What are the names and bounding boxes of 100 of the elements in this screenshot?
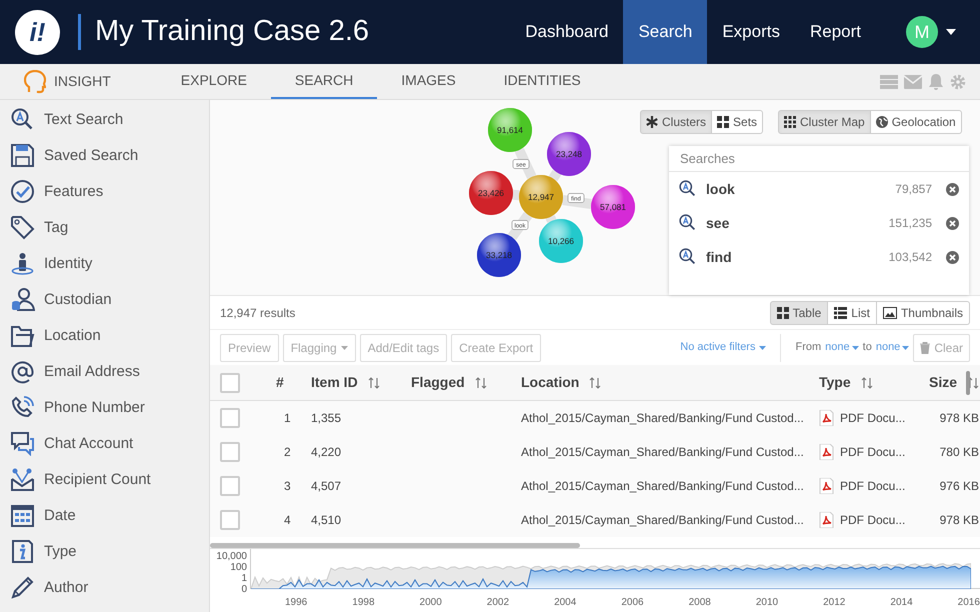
pencil-icon [11, 576, 35, 600]
cluster-bubble[interactable]: 23,426 [469, 171, 513, 215]
sidebar-item[interactable]: Email Address [0, 354, 209, 390]
sidebar-item[interactable]: Date [0, 498, 209, 534]
column-header[interactable]: Type [819, 372, 929, 393]
column-header[interactable]: # [276, 372, 311, 393]
layout-button[interactable]: Thumbnails [876, 300, 970, 324]
nav-tab[interactable]: Search [623, 0, 708, 64]
grid-icon [776, 306, 789, 318]
grid-icon [717, 116, 730, 128]
table-cell-text: Athol_2015/Cayman_Shared/Banking/Fund Custod... [521, 410, 805, 427]
cluster-bubble[interactable]: 23,248 [547, 132, 591, 176]
cluster-bubble[interactable]: 10,266 [539, 219, 583, 263]
insight-tab[interactable]: INSIGHT [0, 64, 157, 99]
sidebar-item[interactable]: Tag [0, 210, 209, 246]
tag-icon [11, 216, 35, 240]
search-row[interactable]: look 79,857 [669, 172, 969, 206]
panel-heading: Searches [680, 150, 735, 168]
column-header[interactable]: Flagged [411, 372, 521, 393]
table-cell-text: PDF Docu... [840, 410, 906, 427]
sidebar-item[interactable]: Identity [0, 246, 209, 282]
sidebar-item[interactable]: Text Search [0, 102, 209, 138]
folder-icon [11, 324, 35, 348]
toggle-button[interactable]: Geolocation [870, 110, 962, 134]
caret-icon [852, 346, 859, 350]
check-circle-icon [11, 180, 35, 204]
nav-tab[interactable]: Exports [707, 0, 795, 64]
table-cell-text: 976 KB [938, 478, 979, 495]
magnifier-icon [679, 214, 697, 232]
nav-tab[interactable]: IDENTITIES [480, 64, 605, 99]
nav-tab[interactable]: Report [794, 0, 876, 64]
sidebar-item[interactable]: Author [0, 570, 209, 606]
from-label: From [795, 340, 822, 356]
sidebar-item[interactable]: Features [0, 174, 209, 210]
search-row[interactable]: see 151,235 [669, 206, 969, 240]
axis-label: 100 [229, 562, 247, 573]
caret-icon [340, 346, 348, 350]
checkbox[interactable] [220, 372, 240, 392]
column-header[interactable]: Location [521, 372, 819, 393]
table-cell-text: 978 KB [938, 512, 979, 529]
axis-label: 2002 [486, 596, 510, 610]
pdf-file-icon [819, 444, 834, 460]
checkbox[interactable] [220, 408, 240, 428]
checkbox[interactable] [220, 476, 240, 496]
axis-label: 2004 [554, 596, 576, 610]
remove-icon [946, 250, 959, 264]
logo: i! [15, 10, 60, 54]
table-row[interactable]: 2 4,220 Athol_2015/Cayman_Shared/Banking/Fund Custod... PDF Docu... 780 KB [210, 435, 980, 469]
layout-button[interactable]: List [828, 300, 877, 324]
at-sign-icon [11, 360, 35, 384]
table-cell-text: 978 KB [938, 410, 979, 427]
toggle-button[interactable]: Clusters [640, 110, 712, 134]
column-header[interactable]: Size [929, 372, 979, 393]
sidebar-item[interactable]: Type [0, 534, 209, 570]
caret-icon [902, 346, 910, 350]
nav-tab[interactable]: Dashboard [510, 0, 624, 64]
table-row[interactable]: 1 1,355 Athol_2015/Cayman_Shared/Banking/Fund Custod... PDF Docu... 978 KB [210, 401, 980, 435]
checkbox[interactable] [220, 510, 240, 530]
sidebar-item[interactable]: Saved Search [0, 138, 209, 174]
search-row[interactable]: find 103,542 [669, 240, 969, 274]
nav-tab[interactable]: EXPLORE [156, 64, 271, 99]
sidebar-item[interactable]: Recipient Count [0, 462, 209, 498]
toggle-button[interactable]: Cluster Map [778, 110, 871, 134]
axis-label: 2010 [756, 596, 778, 610]
cluster-bubble[interactable]: 91,614 [488, 108, 532, 152]
column-header[interactable]: Item ID [311, 372, 411, 393]
pdf-file-icon [819, 512, 834, 528]
table-cell-text: 1 [283, 410, 292, 427]
caret-icon [759, 346, 766, 350]
table-cell-text: Athol_2015/Cayman_Shared/Banking/Fund Custod... [521, 478, 805, 495]
window-title: My Training Case 2.6 [95, 14, 370, 50]
dots-grid-icon [784, 116, 796, 128]
scrollbar[interactable] [966, 371, 970, 395]
axis-label: 0 [240, 584, 247, 595]
magnifier-icon [11, 108, 35, 132]
table-row[interactable]: 3 4,507 Athol_2015/Cayman_Shared/Banking/Fund Custod... PDF Docu... 976 KB [210, 469, 980, 503]
table-cell-text: PDF Docu... [840, 512, 906, 529]
calendar-icon [11, 504, 35, 528]
sidebar-item[interactable]: Custodian [0, 282, 209, 318]
table-cell-text: 2 [283, 444, 292, 461]
axis-label: 2016 [958, 596, 980, 610]
trash-icon [920, 342, 930, 354]
axis-label: 2008 [688, 596, 711, 610]
axis-label: 10,000 [215, 551, 247, 562]
axis-label: 2000 [420, 596, 442, 610]
axis-label: 2014 [890, 596, 913, 610]
table-row[interactable]: 4 4,510 Athol_2015/Cayman_Shared/Banking/Fund Custod... PDF Docu... 978 KB [210, 503, 980, 537]
image-icon [882, 306, 897, 318]
head-icon [24, 70, 46, 94]
checkbox[interactable] [220, 442, 240, 462]
cluster-bubble[interactable]: 57,081 [591, 185, 635, 229]
layout-button[interactable]: Table [770, 300, 828, 324]
sidebar-item[interactable]: Location [0, 318, 209, 354]
toggle-button[interactable]: Sets [712, 110, 764, 134]
scrollbar[interactable] [210, 543, 580, 548]
server-icon [880, 74, 898, 88]
sidebar-item[interactable]: Chat Account [0, 426, 209, 462]
nav-tab[interactable]: IMAGES [377, 64, 480, 99]
cluster-bubble[interactable]: 12,947 [519, 175, 563, 219]
sidebar-item[interactable]: Phone Number [0, 390, 209, 426]
